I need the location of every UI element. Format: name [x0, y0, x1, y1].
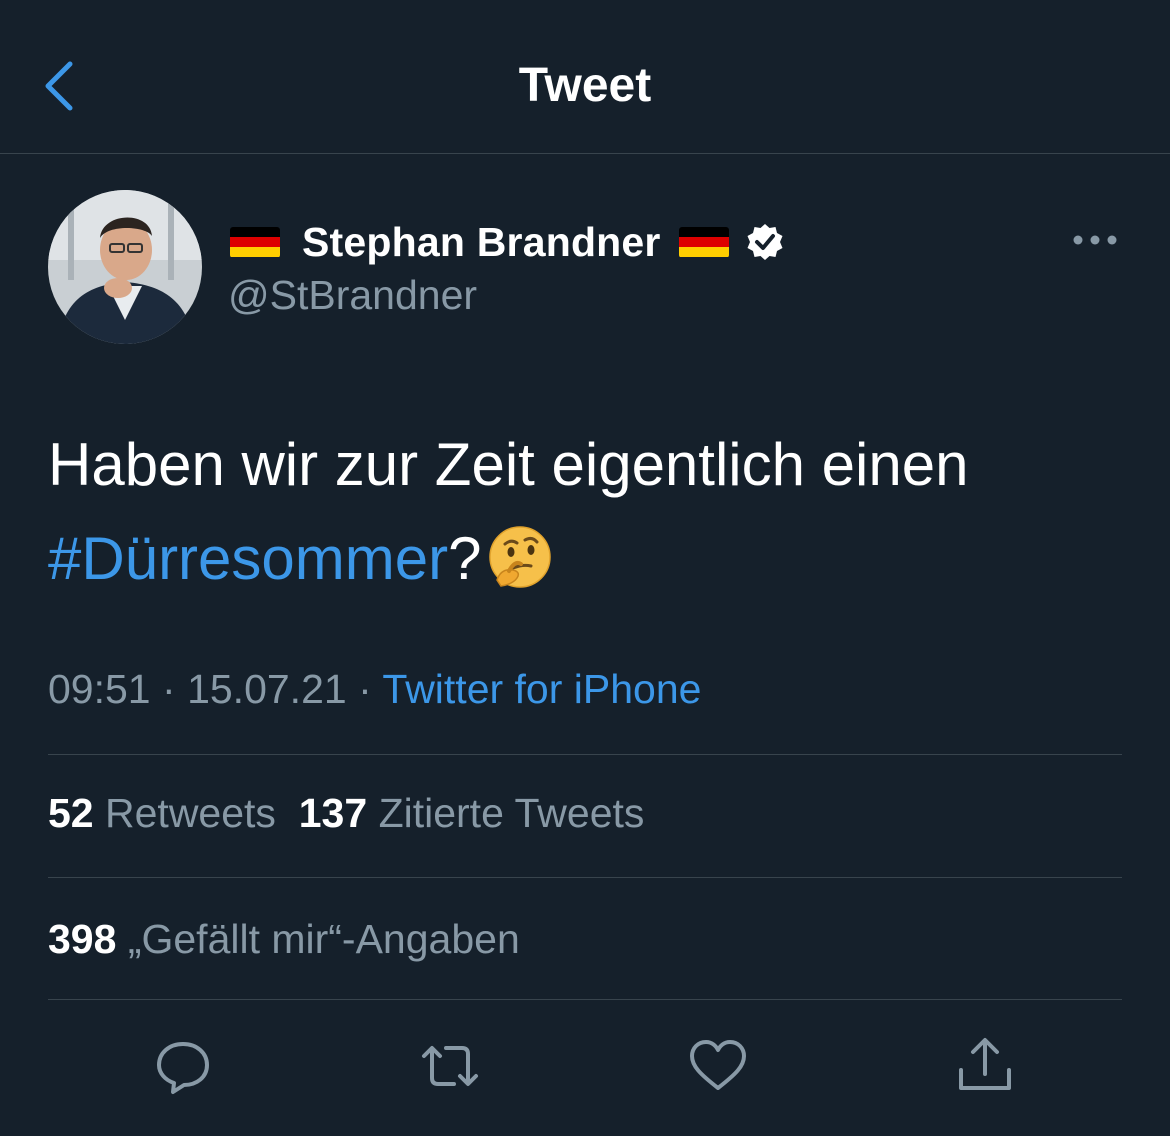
quotes-stat[interactable]: 137 Zitierte Tweets — [299, 790, 645, 836]
separator-dot: · — [162, 666, 176, 712]
more-options-icon[interactable] — [1070, 228, 1120, 252]
author-handle[interactable]: @StBrandner — [228, 272, 477, 319]
tweet-source-link[interactable]: Twitter for iPhone — [382, 666, 701, 712]
retweet-icon[interactable] — [420, 1036, 480, 1096]
separator-dot: · — [358, 666, 372, 712]
like-icon[interactable] — [688, 1036, 748, 1096]
divider — [48, 877, 1122, 878]
quotes-label: Zitierte Tweets — [378, 790, 645, 836]
retweets-count: 52 — [48, 790, 94, 836]
tweet-time: 09:51 — [48, 666, 151, 712]
page-title: Tweet — [518, 59, 652, 112]
reply-icon[interactable] — [153, 1036, 213, 1096]
likes-count: 398 — [48, 916, 117, 962]
tweet-text-punctuation: ? — [448, 525, 482, 592]
tweet-date: 15.07.21 — [187, 666, 347, 712]
german-flag-icon — [678, 226, 729, 258]
verified-badge-icon — [747, 224, 783, 260]
divider — [48, 999, 1122, 1000]
share-icon[interactable] — [955, 1036, 1015, 1096]
tweet-text-line: Haben wir zur Zeit eigentlich einen — [48, 431, 969, 498]
author-name-row[interactable]: Stephan Brandner — [230, 214, 785, 270]
quotes-count: 137 — [298, 790, 368, 836]
retweet-quote-stats: 52 Retweets 137 Zitierte Tweets — [48, 790, 644, 837]
likes-label: „Gefällt mir“-Angaben — [127, 916, 520, 962]
tweet-meta: 09:51 · 15.07.21 · Twitter for iPhone — [48, 666, 701, 713]
thinking-face-emoji — [489, 526, 552, 588]
hashtag-link[interactable]: #Dürresommer — [48, 525, 448, 592]
top-bar: Tweet — [0, 0, 1170, 153]
avatar[interactable] — [48, 190, 202, 344]
divider — [48, 754, 1122, 755]
likes-stat[interactable]: 398 „Gefällt mir“-Angaben — [48, 916, 520, 963]
header-divider — [0, 153, 1170, 154]
retweets-stat[interactable]: 52 Retweets — [48, 790, 276, 836]
tweet-text: Haben wir zur Zeit eigentlich einen #Dür… — [48, 418, 1128, 606]
retweets-label: Retweets — [105, 790, 276, 836]
author-display-name: Stephan Brandner — [302, 218, 661, 265]
german-flag-icon — [230, 226, 280, 258]
